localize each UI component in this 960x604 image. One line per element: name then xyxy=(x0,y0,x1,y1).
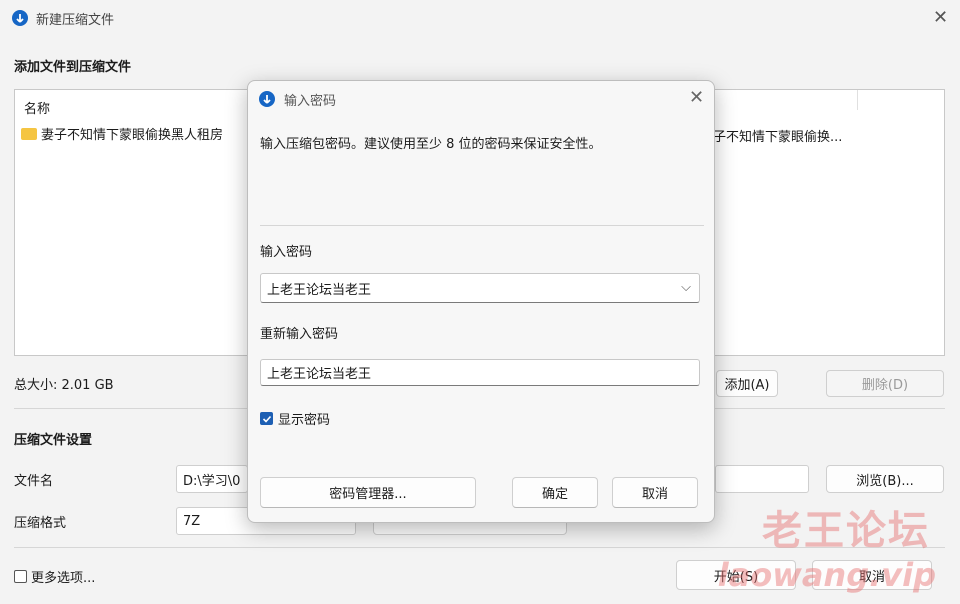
delete-button[interactable]: 删除(D) xyxy=(826,370,944,397)
list-item[interactable]: 妻子不知情下蒙眼偷换黑人租房 xyxy=(21,124,223,143)
show-password-checkbox[interactable] xyxy=(260,412,273,425)
chevron-down-icon[interactable]: ⌵ xyxy=(681,280,691,295)
dialog-cancel-button[interactable]: 取消 xyxy=(612,477,698,508)
column-header-name[interactable]: 名称 xyxy=(24,98,50,117)
password-input[interactable]: 上老王论坛当老王 ⌵ xyxy=(260,273,700,303)
folder-icon xyxy=(21,127,37,140)
password-dialog: 输入密码 ✕ 输入压缩包密码。建议使用至少 8 位的密码来保证安全性。 输入密码… xyxy=(247,80,715,523)
total-size: 总大小: 2.01 GB xyxy=(14,378,114,393)
close-icon[interactable]: ✕ xyxy=(933,9,948,27)
dialog-close-icon[interactable]: ✕ xyxy=(689,89,704,107)
more-options[interactable]: 更多选项... xyxy=(14,567,95,586)
dialog-app-icon xyxy=(259,91,275,107)
settings-section-title: 压缩文件设置 xyxy=(14,433,93,448)
more-options-checkbox[interactable] xyxy=(14,570,27,583)
dialog-description: 输入压缩包密码。建议使用至少 8 位的密码来保证安全性。 xyxy=(260,137,602,152)
format-label: 压缩格式 xyxy=(14,516,67,531)
password-manager-button[interactable]: 密码管理器... xyxy=(260,477,476,508)
show-password-option[interactable]: 显示密码 xyxy=(260,409,330,428)
window-title: 新建压缩文件 xyxy=(36,13,115,28)
password-label: 输入密码 xyxy=(260,245,313,260)
add-files-section-title: 添加文件到压缩文件 xyxy=(14,60,132,75)
reenter-password-label: 重新输入密码 xyxy=(260,327,339,342)
file-item-name-right: 子不知情下蒙眼偷换... xyxy=(713,130,843,145)
filename-input[interactable]: D:\学习\0 xyxy=(176,465,248,493)
column-divider xyxy=(857,90,858,110)
dialog-title: 输入密码 xyxy=(284,94,337,109)
app-icon xyxy=(12,10,28,26)
reenter-password-input[interactable]: 上老王论坛当老王 xyxy=(260,359,700,386)
checkmark-icon xyxy=(262,415,271,423)
watermark-en: laowang.vip xyxy=(717,556,936,594)
more-options-label: 更多选项... xyxy=(31,571,96,586)
show-password-label: 显示密码 xyxy=(278,413,331,428)
watermark-cn: 老王论坛 xyxy=(762,507,930,554)
filename-label: 文件名 xyxy=(14,474,54,489)
add-button[interactable]: 添加(A) xyxy=(716,370,778,397)
filename-input-tail[interactable] xyxy=(715,465,809,493)
password-value: 上老王论坛当老王 xyxy=(267,282,372,298)
dialog-divider xyxy=(260,225,704,226)
browse-button[interactable]: 浏览(B)... xyxy=(826,465,944,493)
ok-button[interactable]: 确定 xyxy=(512,477,598,508)
file-item-name: 妻子不知情下蒙眼偷换黑人租房 xyxy=(41,128,224,143)
